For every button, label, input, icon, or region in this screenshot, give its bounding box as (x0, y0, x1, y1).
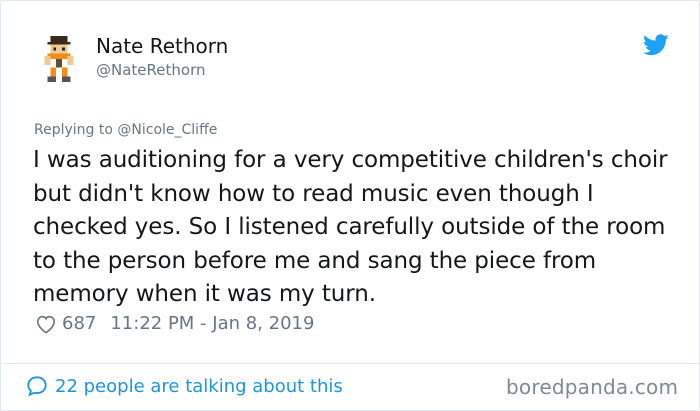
replying-to: Replying to @Nicole_Cliffe (34, 122, 217, 138)
divider (2, 363, 700, 364)
speech-bubble-icon (27, 376, 47, 397)
author-name[interactable]: Nate Rethorn (96, 34, 228, 58)
boredpanda-watermark: boredpanda.com (506, 375, 679, 399)
tweet-timestamp[interactable]: 11:22 PM - Jan 8, 2019 (110, 313, 314, 334)
twitter-bird-icon[interactable] (643, 34, 669, 56)
talking-about-text: 22 people are talking about this (55, 375, 343, 397)
tweet-card: Nate Rethorn @NateRethorn Replying to @N… (0, 0, 700, 411)
reply-mention-link[interactable]: @Nicole_Cliffe (117, 122, 217, 138)
avatar[interactable] (41, 36, 77, 82)
replying-prefix: Replying to (34, 122, 118, 138)
author-handle[interactable]: @NateRethorn (96, 61, 205, 79)
heart-icon[interactable] (35, 314, 57, 334)
tweet-meta: 687 11:22 PM - Jan 8, 2019 (35, 313, 314, 334)
tweet-text: I was auditioning for a very competitive… (33, 147, 668, 307)
like-count[interactable]: 687 (62, 313, 96, 334)
talking-about-link[interactable]: 22 people are talking about this (26, 375, 343, 397)
